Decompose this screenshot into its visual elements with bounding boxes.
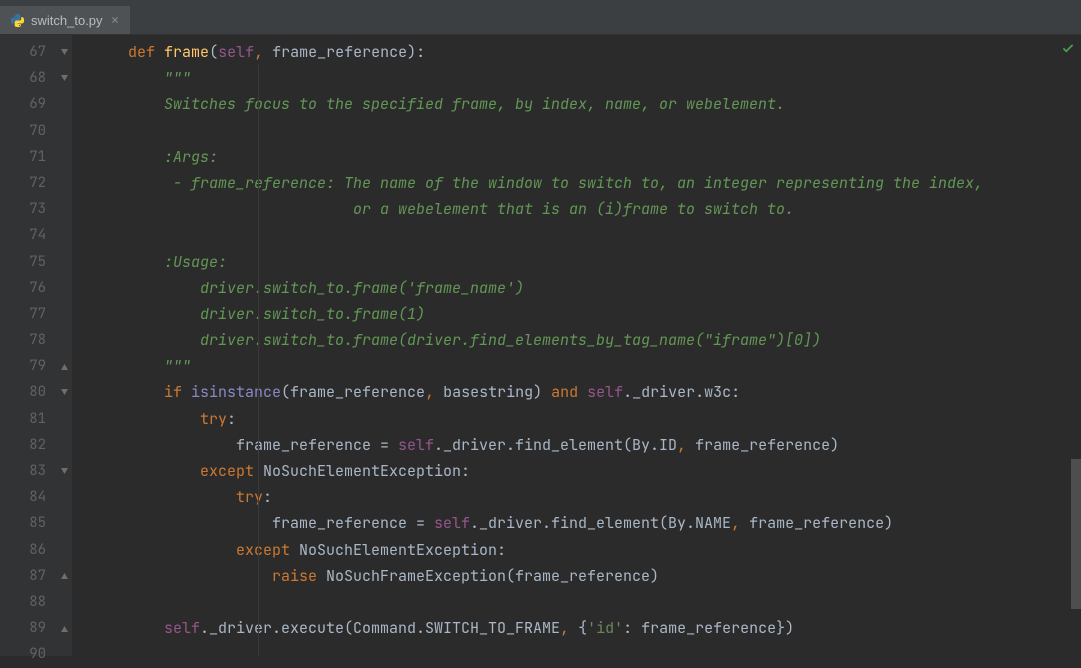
- fold-marker-close[interactable]: [56, 353, 72, 379]
- line-number: 84: [0, 484, 56, 510]
- code-line[interactable]: try:: [92, 406, 1081, 432]
- code-line[interactable]: frame_reference = self._driver.find_elem…: [92, 432, 1081, 458]
- line-number: 85: [0, 510, 56, 536]
- code-line[interactable]: except NoSuchElementException:: [92, 458, 1081, 484]
- code-line[interactable]: self._driver.execute(Command.SWITCH_TO_F…: [92, 615, 1081, 641]
- code-line[interactable]: except NoSuchElementException:: [92, 537, 1081, 563]
- code-area[interactable]: def frame(self, frame_reference): """ Sw…: [72, 35, 1081, 656]
- line-number: 72: [0, 170, 56, 196]
- fold-gutter: [56, 35, 72, 656]
- line-number: 69: [0, 91, 56, 117]
- indent-guide: [258, 65, 259, 656]
- fold-marker-close[interactable]: [56, 615, 72, 641]
- line-number: 88: [0, 589, 56, 615]
- line-number: 87: [0, 563, 56, 589]
- code-line[interactable]: """: [92, 353, 1081, 379]
- file-tab[interactable]: switch_to.py ×: [0, 6, 130, 34]
- code-line[interactable]: :Usage:: [92, 249, 1081, 275]
- code-line[interactable]: raise NoSuchFrameException(frame_referen…: [92, 563, 1081, 589]
- code-line[interactable]: def frame(self, frame_reference):: [92, 39, 1081, 65]
- tab-bar: switch_to.py ×: [0, 6, 1081, 35]
- line-number: 67: [0, 39, 56, 65]
- line-number: 81: [0, 406, 56, 432]
- python-file-icon: [10, 13, 25, 28]
- line-number: 89: [0, 615, 56, 641]
- line-number-gutter[interactable]: 67 68 69 70 71 72 73 74 75 76 77 78 79 8…: [0, 35, 56, 656]
- fold-marker-open[interactable]: [56, 65, 72, 91]
- line-number: 77: [0, 301, 56, 327]
- code-line[interactable]: or a webelement that is an (i)frame to s…: [92, 196, 1081, 222]
- code-line[interactable]: [92, 222, 1081, 248]
- line-number: 70: [0, 118, 56, 144]
- fold-marker-close[interactable]: [56, 563, 72, 589]
- line-number: 71: [0, 144, 56, 170]
- code-line[interactable]: driver.switch_to.frame(driver.find_eleme…: [92, 327, 1081, 353]
- code-line[interactable]: frame_reference = self._driver.find_elem…: [92, 510, 1081, 536]
- code-line[interactable]: [92, 589, 1081, 615]
- line-number: 80: [0, 379, 56, 405]
- line-number: 78: [0, 327, 56, 353]
- code-line[interactable]: driver.switch_to.frame('frame_name'): [92, 275, 1081, 301]
- code-line[interactable]: driver.switch_to.frame(1): [92, 301, 1081, 327]
- vertical-scrollbar[interactable]: [1071, 459, 1081, 609]
- code-line[interactable]: if isinstance(frame_reference, basestrin…: [92, 379, 1081, 405]
- tab-close-icon[interactable]: ×: [109, 13, 122, 28]
- line-number: 79: [0, 353, 56, 379]
- fold-marker-open[interactable]: [56, 39, 72, 65]
- line-number: 83: [0, 458, 56, 484]
- line-number: 75: [0, 249, 56, 275]
- code-line[interactable]: - frame_reference: The name of the windo…: [92, 170, 1081, 196]
- code-line[interactable]: Switches focus to the specified frame, b…: [92, 91, 1081, 117]
- line-number: 76: [0, 275, 56, 301]
- line-number: 82: [0, 432, 56, 458]
- code-line[interactable]: [92, 118, 1081, 144]
- code-line[interactable]: try:: [92, 484, 1081, 510]
- editor-pane: 67 68 69 70 71 72 73 74 75 76 77 78 79 8…: [0, 35, 1081, 656]
- fold-marker-open[interactable]: [56, 379, 72, 405]
- inspection-ok-icon[interactable]: [1061, 41, 1075, 61]
- line-number: 86: [0, 537, 56, 563]
- tab-filename: switch_to.py: [31, 13, 103, 28]
- line-number: 68: [0, 65, 56, 91]
- code-line[interactable]: """: [92, 65, 1081, 91]
- line-number: 74: [0, 222, 56, 248]
- fold-marker-open[interactable]: [56, 458, 72, 484]
- code-line[interactable]: :Args:: [92, 144, 1081, 170]
- line-number: 90: [0, 641, 56, 667]
- line-number: 73: [0, 196, 56, 222]
